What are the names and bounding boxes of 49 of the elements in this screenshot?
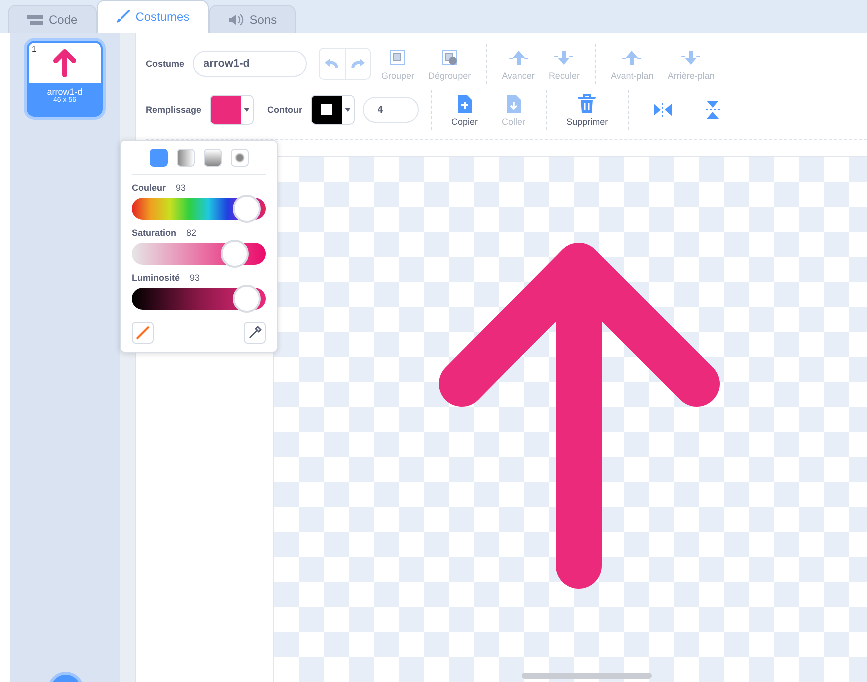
paste-icon: [506, 94, 522, 114]
costume-name-field[interactable]: arrow1-d: [192, 51, 307, 77]
fill-type-button[interactable]: [150, 149, 168, 167]
caret-icon: [244, 108, 250, 112]
slider-label: Couleur: [132, 183, 166, 193]
scrollbar[interactable]: [522, 673, 652, 679]
color-slider[interactable]: [132, 198, 266, 220]
flip-horizontal-icon: [653, 102, 674, 118]
trash-icon: [578, 94, 596, 114]
costume-number: 1: [32, 45, 36, 54]
outline-color-button[interactable]: [310, 95, 355, 125]
speaker-icon: [228, 14, 244, 26]
tab[interactable]: Costumes: [96, 0, 209, 33]
undo-icon: [325, 59, 340, 69]
costume-name: arrow1-d: [46, 87, 84, 97]
slash-icon: [136, 326, 150, 340]
caret-icon: [344, 108, 351, 112]
toolbar-button[interactable]: Supprimer: [558, 94, 616, 126]
tab[interactable]: Code: [8, 5, 97, 33]
group-icon: [388, 48, 408, 68]
slider-value: 82: [186, 228, 197, 238]
fill-label: Remplissage: [146, 105, 202, 115]
slider-thumb[interactable]: [233, 285, 262, 313]
brush-icon: [116, 10, 130, 24]
canvas[interactable]: [273, 156, 867, 682]
outline-square-icon: [320, 103, 334, 117]
arrow-thumbnail-icon: [52, 48, 78, 78]
no-color-button[interactable]: [132, 322, 154, 344]
flip-vertical-icon: [705, 100, 722, 120]
color-slider[interactable]: [132, 288, 266, 310]
eyedropper-button[interactable]: [244, 322, 266, 344]
slider-value: 93: [190, 273, 200, 283]
slider-label: Saturation: [132, 228, 177, 238]
tab[interactable]: Sons: [208, 5, 296, 33]
slider-thumb[interactable]: [221, 240, 250, 268]
toolbar-button[interactable]: Copier: [444, 94, 486, 126]
color-slider[interactable]: [132, 243, 266, 265]
blocks-icon: [27, 14, 43, 26]
ungroup-icon: [440, 48, 460, 68]
fill-color-button[interactable]: [210, 95, 254, 125]
slider-thumb[interactable]: [233, 195, 262, 223]
slider-value: 93: [176, 183, 186, 193]
outline-width-field[interactable]: 4: [362, 97, 419, 123]
copy-icon: [456, 94, 473, 114]
slider-label: Luminosité: [132, 273, 180, 283]
eyedropper-icon: [248, 326, 262, 340]
outline-label: Contour: [268, 105, 303, 115]
costume-label: Costume: [146, 59, 185, 69]
redo-icon: [350, 59, 365, 69]
